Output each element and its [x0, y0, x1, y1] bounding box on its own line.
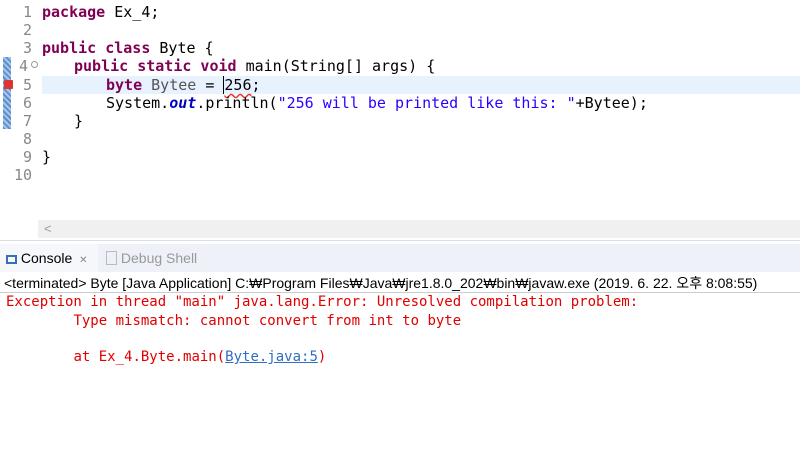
code-text: .println( — [196, 94, 278, 112]
line-number: 1 — [22, 3, 32, 21]
console-icon — [6, 255, 17, 264]
close-icon[interactable]: ✕ — [79, 255, 87, 266]
console-output-line: at Ex_4.Byte.main(Byte.java:5) — [6, 348, 326, 366]
tab-label: Console — [20, 250, 73, 266]
line-number: 3 — [22, 39, 32, 57]
stack-frame-end: ) — [317, 349, 327, 365]
code-line: System.out.println("256 will be printed … — [106, 94, 648, 112]
keyword: byte — [106, 76, 143, 94]
stack-frame: at Ex_4.Byte.main( — [6, 349, 226, 365]
tab-label: Debug Shell — [120, 250, 198, 266]
line-number: 9 — [22, 148, 32, 166]
code-line: public static void main(String[] args) { — [74, 57, 435, 75]
code-text: = — [196, 76, 224, 94]
keyword: public static void — [74, 57, 237, 75]
console-tab-bar: Console ✕ Debug Shell — [0, 244, 800, 272]
line-number: 5 — [22, 76, 32, 94]
code-line: package Ex_4; — [42, 3, 159, 21]
line-number: 7 — [22, 112, 32, 130]
code-text: Byte { — [150, 39, 214, 57]
code-text: ; — [251, 76, 261, 94]
fold-icon[interactable] — [31, 61, 38, 68]
code-line: public class Byte { — [42, 39, 214, 57]
code-text: System. — [106, 94, 170, 112]
string-literal: "256 will be printed like this: " — [277, 94, 576, 112]
line-number: 10 — [13, 166, 32, 184]
code-text: main(String[] args) { — [236, 57, 436, 75]
code-text: Ex_4; — [105, 3, 160, 21]
code-line: byte Bytee = 256; — [106, 76, 261, 94]
field: out — [169, 94, 197, 112]
tab-debug-shell[interactable]: Debug Shell — [100, 244, 197, 272]
source-link[interactable]: Byte.java:5 — [225, 349, 318, 365]
console-output-line: Exception in thread "main" java.lang.Err… — [6, 294, 647, 310]
variable: Bytee — [142, 76, 197, 94]
code-line: } — [42, 148, 52, 166]
line-number: 4 — [18, 57, 28, 75]
code-editor[interactable]: 1 2 3 4 5 6 7 8 9 10 package Ex_4; publi… — [0, 0, 800, 241]
java-file-icon — [106, 251, 117, 265]
keyword: package — [42, 3, 106, 21]
error-literal: 256 — [223, 76, 252, 94]
line-number: 6 — [22, 94, 32, 112]
keyword: public class — [42, 39, 151, 57]
code-line: } — [74, 112, 84, 130]
line-number: 8 — [22, 130, 32, 148]
code-text: +Bytee); — [575, 94, 648, 112]
console-output-line: Type mismatch: cannot convert from int t… — [6, 313, 462, 329]
console-process-title: <terminated> Byte [Java Application] C:₩… — [4, 275, 758, 291]
scroll-left-icon[interactable]: < — [44, 221, 52, 236]
line-number: 2 — [22, 21, 32, 39]
tab-console[interactable]: Console ✕ — [0, 244, 98, 272]
horizontal-scrollbar[interactable]: < — [38, 220, 800, 238]
